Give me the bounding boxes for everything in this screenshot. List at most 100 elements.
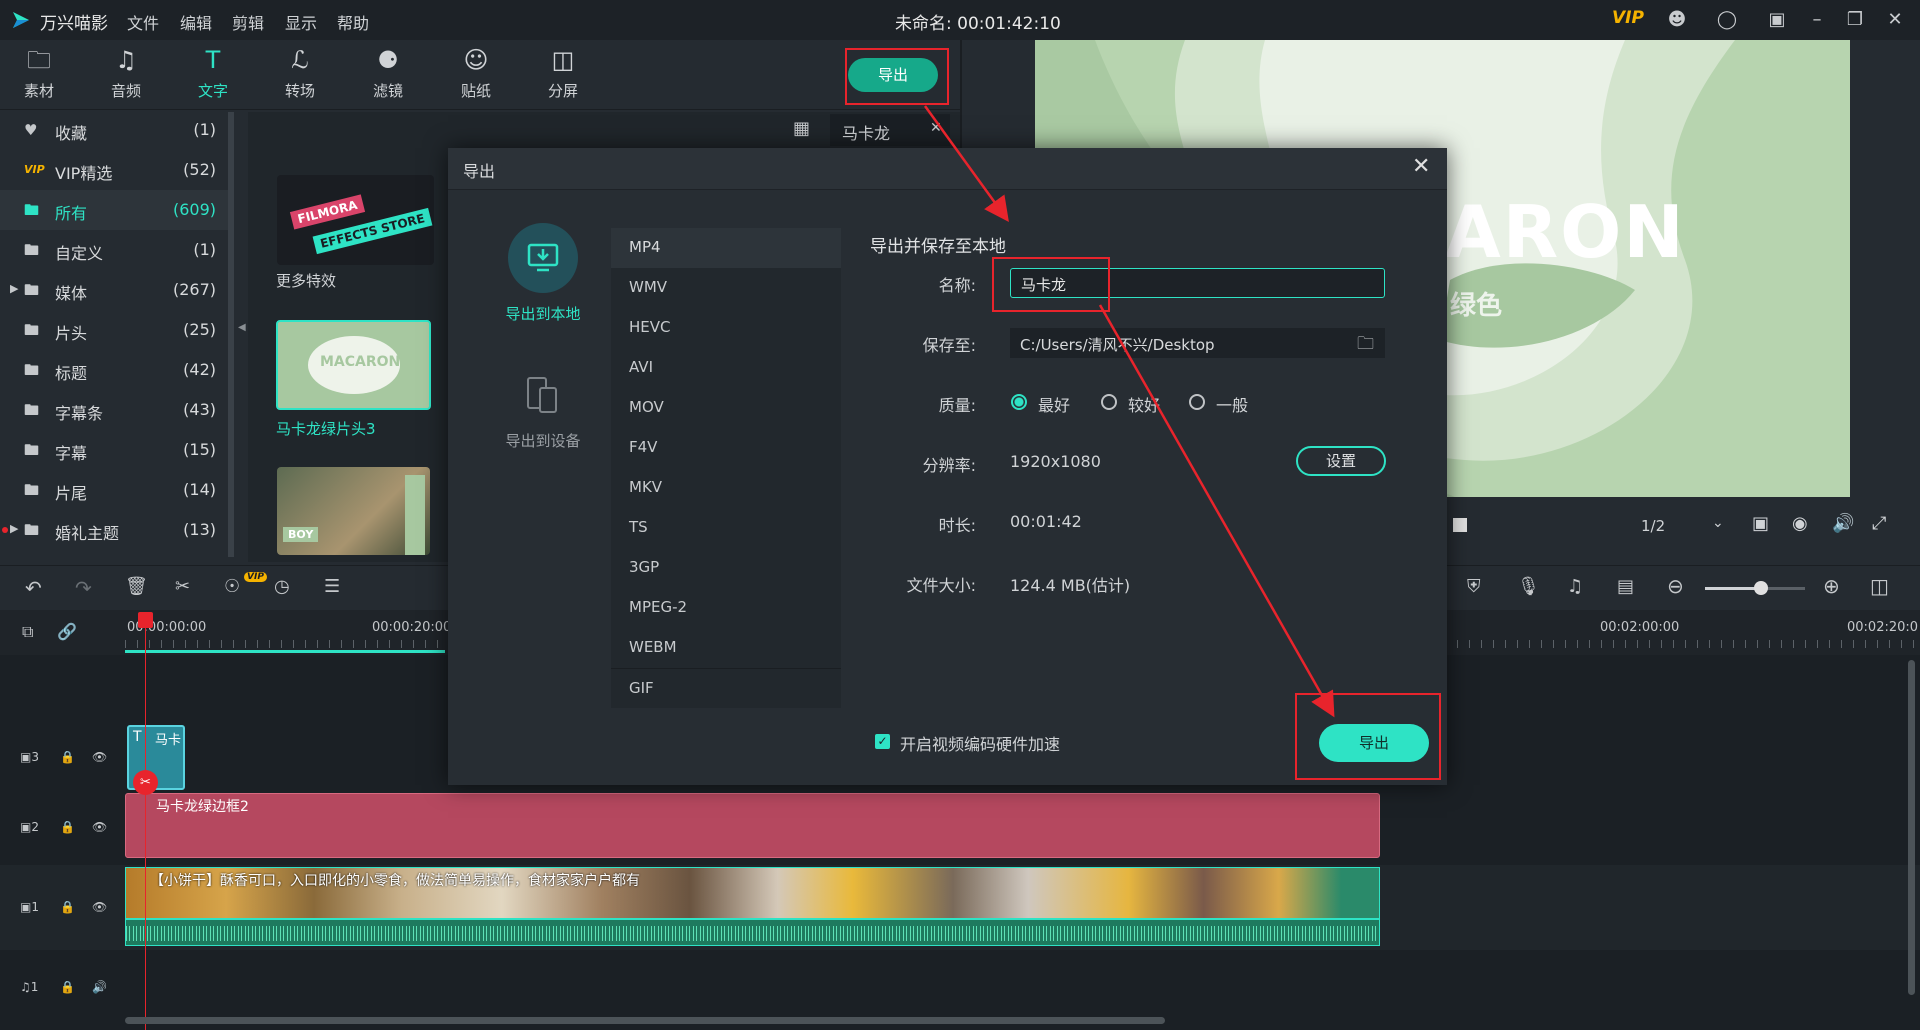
zoom-slider[interactable] xyxy=(1705,581,1805,595)
restore-icon[interactable]: ❐ xyxy=(1843,8,1867,32)
tool-split-screen[interactable]: ◫ 分屏 xyxy=(528,44,598,108)
format-option[interactable]: MOV xyxy=(611,388,841,428)
tool-audio[interactable]: ♫ 音频 xyxy=(91,44,161,108)
sidebar-item-lower-thirds[interactable]: 🖿 字幕条 (43) xyxy=(0,390,228,430)
menu-clip[interactable]: 剪辑 xyxy=(232,10,264,34)
hw-accel-checkbox[interactable]: ✓ xyxy=(875,734,890,749)
menu-help[interactable]: 帮助 xyxy=(337,10,369,34)
zoom-out-icon[interactable]: ⊖ xyxy=(1667,574,1684,598)
quality-radio-best[interactable] xyxy=(1011,394,1027,410)
zoom-in-icon[interactable]: ⊕ xyxy=(1823,574,1840,598)
display-icon[interactable]: ▣ xyxy=(1752,513,1769,534)
lock-icon[interactable]: 🔒 xyxy=(60,980,75,994)
speed-icon[interactable]: ☉ xyxy=(224,576,240,597)
sidebar-item-wedding[interactable]: ▶ 🖿 婚礼主题 (13) xyxy=(0,510,228,550)
tab-export-local[interactable]: 导出到本地 xyxy=(488,223,598,333)
tool-media[interactable]: 🗀 素材 xyxy=(4,44,74,108)
format-option[interactable]: AVI xyxy=(611,348,841,388)
format-option[interactable]: 3GP xyxy=(611,548,841,588)
save-path-field[interactable]: C:/Users/清风不兴/Desktop xyxy=(1010,328,1385,358)
store-icon[interactable]: ▣ xyxy=(1765,8,1789,32)
sidebar-item-media[interactable]: ▶ 🖿 媒体 (267) xyxy=(0,270,228,310)
feedback-icon[interactable]: ◯ xyxy=(1715,8,1739,32)
clear-search-icon[interactable]: ✕ xyxy=(930,120,942,136)
volume-icon[interactable]: 🔊 xyxy=(1832,513,1854,534)
sidebar-item-opener[interactable]: 🖿 片头 (25) xyxy=(0,310,228,350)
fit-icon[interactable]: ▤ xyxy=(1617,576,1634,597)
vip-badge[interactable]: VIP xyxy=(1612,8,1644,28)
work-area-bar[interactable] xyxy=(125,650,445,653)
add-track-icon[interactable]: ⧉ xyxy=(22,622,33,642)
redo-icon[interactable]: ↷ xyxy=(75,576,92,600)
undo-icon[interactable]: ↶ xyxy=(25,576,42,600)
quality-radio-better[interactable] xyxy=(1101,394,1117,410)
playhead-handle[interactable] xyxy=(138,612,153,628)
tool-text[interactable]: T 文字 xyxy=(178,44,248,108)
tool-sticker[interactable]: ☺ 贴纸 xyxy=(441,44,511,108)
format-option[interactable]: TS xyxy=(611,508,841,548)
audio-mix-icon[interactable]: ♫ xyxy=(1567,576,1583,597)
folder-browse-icon[interactable]: 🗀 xyxy=(1357,331,1374,360)
tool-filter[interactable]: ⚈ 滤镜 xyxy=(353,44,423,108)
format-option[interactable]: WMV xyxy=(611,268,841,308)
eye-icon[interactable]: 👁 xyxy=(92,820,107,834)
panel-toggle-icon[interactable]: ◫ xyxy=(1870,574,1889,598)
sidebar-item-subtitles[interactable]: 🖿 字幕 (15) xyxy=(0,430,228,470)
video-clip[interactable]: 【小饼干】酥香可口，入口即化的小零食，做法简单易操作，食材家家户户都有 xyxy=(125,867,1380,919)
format-option[interactable]: MKV xyxy=(611,468,841,508)
cut-icon[interactable]: ✂ xyxy=(175,576,190,597)
asset-thumb-boy[interactable]: BOY xyxy=(277,467,430,555)
lock-icon[interactable]: 🔒 xyxy=(60,820,75,834)
eye-icon[interactable]: 👁 xyxy=(92,750,107,764)
grid-view-icon[interactable]: ▦ xyxy=(793,118,810,139)
microphone-icon[interactable]: 🎙 xyxy=(1517,576,1540,597)
menu-view[interactable]: 显示 xyxy=(285,10,317,34)
format-option[interactable]: F4V xyxy=(611,428,841,468)
sidebar-item-vip[interactable]: VIP VIP精选 (52) xyxy=(0,150,228,190)
collapse-sidebar-icon[interactable]: ◀ xyxy=(238,322,246,333)
menu-edit[interactable]: 编辑 xyxy=(180,10,212,34)
format-option[interactable]: MPEG-2 xyxy=(611,588,841,628)
minimize-icon[interactable]: – xyxy=(1805,8,1829,32)
frame-clip[interactable]: 马卡龙绿边框2 xyxy=(125,793,1380,858)
format-option[interactable]: GIF xyxy=(611,669,841,709)
playhead-line[interactable] xyxy=(145,615,146,1030)
sidebar-scrollbar[interactable] xyxy=(228,112,234,557)
fullscreen-icon[interactable]: ⤢ xyxy=(1872,513,1886,534)
settings-button[interactable]: 设置 xyxy=(1296,446,1386,476)
sidebar-item-custom[interactable]: 🖿 自定义 (1) xyxy=(0,230,228,270)
sidebar-item-all[interactable]: 🖿 所有 (609) xyxy=(0,190,228,230)
expand-arrow-icon[interactable]: ▶ xyxy=(10,522,18,535)
account-icon[interactable]: ☻ xyxy=(1665,8,1689,32)
asset-thumb-macaron[interactable]: MACARON xyxy=(276,320,431,410)
zoom-slider-handle[interactable] xyxy=(1754,581,1768,595)
stop-icon[interactable] xyxy=(1453,518,1467,532)
format-option[interactable]: HEVC xyxy=(611,308,841,348)
close-icon[interactable]: ✕ xyxy=(1412,154,1430,179)
adjust-icon[interactable]: ☰ xyxy=(324,576,340,597)
timeline-h-scrollbar[interactable] xyxy=(125,1017,1165,1024)
chevron-down-icon[interactable]: ⌄ xyxy=(1712,515,1724,531)
marker-icon[interactable]: ⛨ xyxy=(1467,576,1481,597)
link-icon[interactable]: 🔗 xyxy=(57,622,77,641)
menu-file[interactable]: 文件 xyxy=(127,10,159,34)
expand-arrow-icon[interactable]: ▶ xyxy=(10,282,18,295)
asset-thumb-effects-store[interactable]: FILMORA EFFECTS STORE xyxy=(277,175,434,265)
format-option[interactable]: MP4 xyxy=(611,228,841,268)
split-scissors-icon[interactable]: ✂ xyxy=(133,770,158,795)
sidebar-item-ending[interactable]: 🖿 片尾 (14) xyxy=(0,470,228,510)
tab-export-device[interactable]: 导出到设备 xyxy=(488,376,598,476)
lock-icon[interactable]: 🔒 xyxy=(60,900,75,914)
format-option[interactable]: WEBM xyxy=(611,628,841,668)
close-window-icon[interactable]: ✕ xyxy=(1883,8,1907,32)
sidebar-item-favorites[interactable]: ♥ 收藏 (1) xyxy=(0,110,228,150)
audio-waveform[interactable] xyxy=(125,919,1380,946)
lock-icon[interactable]: 🔒 xyxy=(60,750,75,764)
tool-transition[interactable]: ℒ 转场 xyxy=(265,44,335,108)
eye-icon[interactable]: 👁 xyxy=(92,900,107,914)
duration-icon[interactable]: ◷ xyxy=(274,576,290,597)
delete-icon[interactable]: 🗑 xyxy=(125,576,148,597)
snapshot-icon[interactable]: ◉ xyxy=(1792,513,1808,534)
sidebar-item-titles[interactable]: 🖿 标题 (42) xyxy=(0,350,228,390)
volume-icon[interactable]: 🔊 xyxy=(92,980,107,994)
